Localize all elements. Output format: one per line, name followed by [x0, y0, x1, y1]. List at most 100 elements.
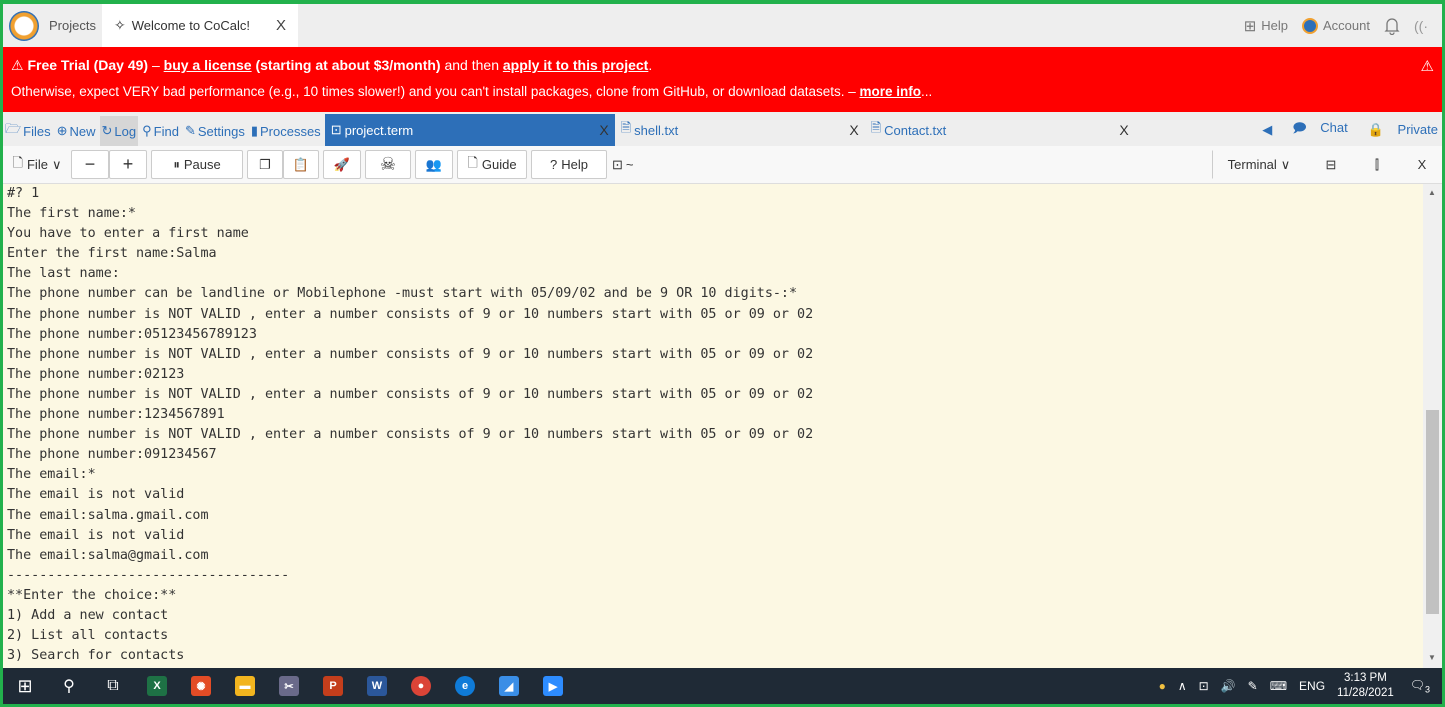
guide-button[interactable]: 🗋 Guide [457, 150, 527, 179]
find-button[interactable]: ⚲ Find [140, 116, 181, 146]
private-button[interactable]: 🔒 Private [1358, 122, 1438, 138]
chrome-app[interactable]: ● [399, 668, 443, 704]
windows-start-button[interactable]: ⊞ [3, 668, 47, 704]
private-label: Private [1397, 122, 1438, 137]
path-label: ~ [625, 157, 634, 172]
clock[interactable]: 3:13 PM 11/28/2021 [1337, 671, 1394, 701]
powerpoint-app[interactable]: P [311, 668, 355, 704]
search-button[interactable]: ⚲ [47, 668, 91, 704]
network-icon[interactable]: ⊡ [1199, 679, 1209, 693]
split-vertical-icon: ⫿ [1374, 156, 1380, 172]
zoom-in-button[interactable]: + [109, 150, 147, 179]
welcome-close-button[interactable]: X [276, 17, 286, 34]
split-horizontal-button[interactable]: ⊟ [1310, 150, 1352, 179]
show-hidden-icons[interactable]: ∧ [1178, 679, 1187, 693]
chat-button[interactable]: 🗩 Chat [1282, 119, 1348, 141]
pause-button[interactable]: ⏸ Pause [151, 150, 243, 179]
terminal-output[interactable]: #? 1 The first name:* You have to enter a … [3, 184, 1423, 668]
file-explorer-app[interactable]: ▬ [223, 668, 267, 704]
file-icon: 🗎 [870, 120, 882, 135]
close-tab-button[interactable]: X [849, 122, 858, 138]
banner-warning-icon: ⚠ [1420, 58, 1434, 75]
task-view-icon: ⧉ [107, 677, 119, 694]
terminal-line: 2) List all contacts [7, 628, 169, 644]
scrollbar-thumb[interactable] [1426, 410, 1439, 614]
terminal-line: #? 1 [7, 186, 40, 201]
trial-day-text: Free Trial (Day 49) [27, 57, 149, 73]
lock-icon: 🔒 [1367, 122, 1384, 137]
keyboard-icon[interactable]: ⌨ [1270, 679, 1287, 693]
weather-icon[interactable]: ● [1159, 679, 1166, 693]
notifications-button[interactable] [1384, 17, 1400, 35]
pen-icon[interactable]: ✎ [1248, 679, 1258, 693]
connection-button[interactable]: ((· [1414, 18, 1428, 34]
tab-shell-txt[interactable]: 🗎 shell.txt X [615, 114, 865, 146]
tab-label: shell.txt [634, 122, 679, 138]
tab-projects[interactable]: Projects [49, 18, 96, 33]
word-app[interactable]: W [355, 668, 399, 704]
copy-button[interactable]: ❐ [247, 150, 283, 179]
copy-icon: ❐ [259, 156, 271, 172]
zoom-app[interactable]: ▶ [531, 668, 575, 704]
help-button[interactable]: ? Help [531, 150, 607, 179]
users-button[interactable]: 👥 [415, 150, 453, 179]
notification-center-button[interactable]: 🗨3 [1410, 678, 1430, 694]
task-view-button[interactable]: ⧉ [91, 668, 135, 704]
more-info-link[interactable]: more info [860, 84, 922, 99]
tab-label: project.term [344, 122, 414, 138]
tab-contact-txt[interactable]: 🗎 Contact.txt X [865, 114, 1135, 146]
account-button[interactable]: Account [1302, 17, 1370, 34]
wrench-icon: ✎ [184, 123, 196, 138]
close-frame-button[interactable]: X [1402, 150, 1442, 179]
windows-taskbar: ⊞ ⚲ ⧉ X ✺ ▬ ✂ P W ● e ◢ ▶ ● ∧ ⊡ 🔊 ✎ ⌨ EN… [3, 668, 1442, 704]
language-indicator[interactable]: ENG [1299, 679, 1325, 693]
cocalc-logo-icon[interactable] [9, 10, 39, 41]
top-bar: Projects ✧ Welcome to CoCalc! X ⊞ Help A… [3, 4, 1442, 47]
snip-app[interactable]: ✂ [267, 668, 311, 704]
terminal-line: The phone number is NOT VALID , enter a … [7, 427, 814, 443]
close-tab-button[interactable]: X [599, 122, 608, 138]
kill-button[interactable]: ☠ [365, 150, 411, 179]
paste-button[interactable]: 📋 [283, 150, 319, 179]
terminal-line: The phone number:091234567 [7, 447, 217, 463]
collapse-chat-icon[interactable]: ◀ [1262, 122, 1272, 138]
scroll-down-arrow-icon[interactable]: ▼ [1428, 653, 1436, 662]
edge-icon: e [455, 676, 475, 696]
files-button[interactable]: 🗁 Files [3, 116, 53, 146]
rocket-button[interactable]: 🚀 [323, 150, 361, 179]
terminal-line: **Enter the choice:** [7, 587, 177, 603]
paint-app[interactable]: ✺ [179, 668, 223, 704]
rocket-icon: 🚀 [333, 156, 351, 172]
processes-button[interactable]: ▮ Processes [249, 116, 323, 146]
scroll-up-arrow-icon[interactable]: ▲ [1428, 188, 1436, 197]
terminal-scrollbar[interactable]: ▲ ▼ [1423, 184, 1442, 668]
file-menu-button[interactable]: 🗋 File ∨ [7, 150, 67, 179]
volume-icon[interactable]: 🔊 [1221, 679, 1236, 693]
excel-app[interactable]: X [135, 668, 179, 704]
help-label: Help [561, 157, 588, 172]
dash-text: – [148, 57, 164, 73]
zoom-out-button[interactable]: − [71, 150, 109, 179]
log-button[interactable]: ↻ Log [99, 116, 139, 146]
settings-button[interactable]: ✎ Settings [183, 116, 247, 146]
new-button[interactable]: ⊕ New [55, 116, 98, 146]
tab-project-term[interactable]: ⊡ project.term X [324, 114, 615, 146]
file-label: File [26, 157, 48, 172]
edge-app[interactable]: e [443, 668, 487, 704]
app-blue[interactable]: ◢ [487, 668, 531, 704]
split-vertical-button[interactable]: ⫿ [1356, 150, 1398, 179]
buy-license-link[interactable]: buy a license [164, 57, 252, 73]
wifi-icon: ((· [1414, 17, 1428, 34]
excel-icon: X [147, 676, 167, 696]
apply-project-link[interactable]: apply it to this project [503, 57, 648, 73]
terminal-line: ----------------------------------- [7, 567, 290, 583]
terminal-frame-select[interactable]: Terminal ∨ [1212, 150, 1306, 179]
history-icon: ↻ [101, 123, 113, 138]
banner-line-2: Otherwise, expect VERY bad performance (… [11, 84, 932, 99]
tab-welcome[interactable]: ✧ Welcome to CoCalc! X [101, 4, 298, 47]
help-button[interactable]: ⊞ Help [1244, 17, 1288, 35]
paint-icon: ✺ [191, 676, 211, 696]
terminal-line: The phone number:05123456789123 [7, 326, 257, 342]
close-tab-button[interactable]: X [1119, 122, 1128, 138]
price-text: (starting at about $3/month) [251, 57, 441, 73]
